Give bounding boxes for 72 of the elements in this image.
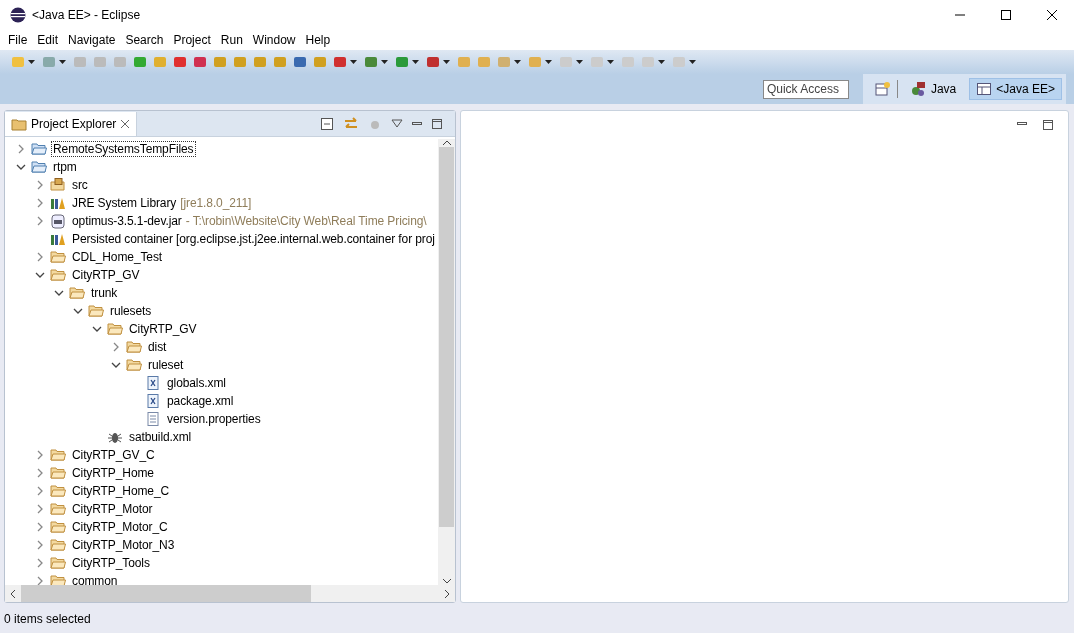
tree-item[interactable]: CityRTP_Home_C (70, 483, 172, 499)
tree-item[interactable]: CityRTP_GV (127, 321, 199, 337)
tree-item[interactable]: package.xml (165, 393, 236, 409)
xml-file-icon (145, 393, 161, 409)
dropdown-caret-icon[interactable] (689, 60, 696, 64)
tree-item[interactable]: CityRTP_Motor_C (70, 519, 170, 535)
tree-item[interactable]: dist (146, 339, 169, 355)
scroll-left-icon[interactable] (9, 588, 17, 599)
collapse-all-icon[interactable] (319, 116, 335, 132)
tree-item[interactable]: CityRTP_Home (70, 465, 156, 481)
maximize-icon[interactable] (1000, 9, 1012, 21)
tree-item[interactable]: ruleset (146, 357, 186, 373)
menu-item[interactable]: Run (215, 33, 248, 47)
window-title: <Java EE> - Eclipse (32, 8, 141, 22)
close-icon[interactable] (1046, 9, 1058, 21)
dropdown-caret-icon[interactable] (381, 60, 388, 64)
vertical-scrollbar[interactable] (438, 139, 455, 585)
menu-item[interactable]: Edit (32, 33, 64, 47)
tree-item[interactable]: CityRTP_Motor (70, 501, 155, 517)
tree-item[interactable]: CityRTP_Tools (70, 555, 152, 571)
project-explorer-tab[interactable]: Project Explorer (5, 112, 138, 136)
tree-item[interactable]: JRE System Library [jre1.8.0_211] (70, 195, 254, 211)
dropdown-caret-icon[interactable] (576, 60, 583, 64)
jar-icon (50, 213, 66, 229)
dropdown-caret-icon[interactable] (350, 60, 357, 64)
menu-item[interactable]: Window (247, 33, 301, 47)
tree-item[interactable]: src (70, 177, 90, 193)
maximize-icon[interactable] (431, 118, 443, 130)
xml-file-icon (145, 375, 161, 391)
dropdown-caret-icon[interactable] (59, 60, 66, 64)
tree-item[interactable]: trunk (89, 285, 120, 301)
view-menu-icon[interactable] (391, 119, 403, 129)
package-folder-icon (50, 177, 66, 193)
scroll-down-icon[interactable] (441, 577, 452, 585)
java-perspective-icon (910, 81, 927, 97)
dropdown-caret-icon[interactable] (658, 60, 665, 64)
tree-item[interactable]: rulesets (108, 303, 154, 319)
tree-item[interactable]: rtpm (51, 159, 79, 175)
tree-item[interactable]: CityRTP_Motor_N3 (70, 537, 177, 553)
tree-item[interactable]: globals.xml (165, 375, 228, 391)
tree-item[interactable]: CityRTP_GV (70, 267, 142, 283)
menu-item[interactable]: Navigate (63, 33, 121, 47)
maximize-icon[interactable] (1042, 119, 1054, 131)
tree-item[interactable]: version.properties (165, 411, 263, 427)
status-text: 0 items selected (4, 612, 91, 626)
dropdown-caret-icon[interactable] (514, 60, 521, 64)
tree-item[interactable]: satbuild.xml (127, 429, 194, 445)
menu-item[interactable]: Project (168, 33, 216, 47)
dropdown-caret-icon[interactable] (443, 60, 450, 64)
tree-item[interactable]: optimus-3.5.1-dev.jar - T:\robin\Website\City Web\Real Time Pricing\ (70, 213, 429, 229)
tree-item[interactable]: CDL_Home_Test (70, 249, 165, 265)
open-perspective-icon[interactable] (874, 81, 891, 97)
tree-item[interactable]: CityRTP_GV_C (70, 447, 157, 463)
layout-grid-icon (976, 81, 993, 97)
quick-access-field[interactable]: Quick Access (762, 79, 849, 99)
menu-item[interactable]: Help (300, 33, 336, 47)
menu-item[interactable]: File (3, 33, 33, 47)
menu-item[interactable]: Search (120, 33, 169, 47)
tree-item[interactable]: RemoteSystemsTempFiles (51, 141, 196, 157)
tree-item[interactable]: common (70, 573, 120, 585)
horizontal-scrollbar[interactable] (5, 585, 455, 602)
eclipse-logo-icon (10, 7, 26, 23)
perspective-tab[interactable]: <Java EE> (969, 78, 1062, 100)
dropdown-caret-icon[interactable] (28, 60, 35, 64)
scroll-right-icon[interactable] (443, 588, 451, 599)
tree-item[interactable]: Persisted container [org.eclipse.jst.j2ee.internal.web.container for proj (70, 231, 437, 247)
dropdown-caret-icon[interactable] (607, 60, 614, 64)
dropdown-caret-icon[interactable] (412, 60, 419, 64)
text-file-icon (145, 411, 161, 427)
scroll-up-icon[interactable] (441, 139, 452, 147)
perspective-tab[interactable]: Java (903, 78, 964, 100)
dropdown-caret-icon[interactable] (545, 60, 552, 64)
